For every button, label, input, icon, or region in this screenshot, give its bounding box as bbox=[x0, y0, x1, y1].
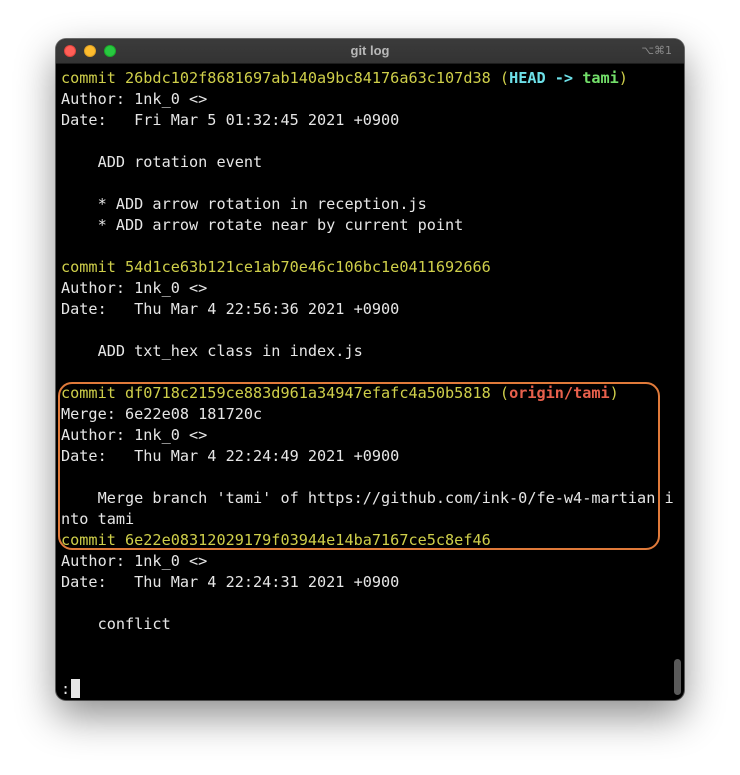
pager-prompt-char: : bbox=[61, 680, 71, 698]
git-log-output: commit 26bdc102f8681697ab140a9bc84176a63… bbox=[61, 68, 674, 635]
local-branch-ref: tami bbox=[582, 69, 619, 87]
commit-line: commit 6e22e08312029179f03944e14ba7167ce… bbox=[61, 531, 491, 549]
author-line: Author: 1nk_0 <> bbox=[61, 90, 208, 108]
ref-close: ) bbox=[618, 69, 628, 87]
terminal-window: git log ⌥⌘1 commit 26bdc102f8681697ab140… bbox=[56, 39, 684, 700]
commit-hash: commit df0718c2159ce883d961a34947efafc4a… bbox=[61, 384, 491, 402]
ref-open: ( bbox=[490, 384, 510, 402]
ref-open: ( bbox=[490, 69, 510, 87]
date-line: Date: Thu Mar 4 22:56:36 2021 +0900 bbox=[61, 300, 400, 318]
window-title: git log bbox=[350, 43, 390, 58]
vertical-scrollbar[interactable] bbox=[674, 659, 681, 695]
author-line: Author: 1nk_0 <> bbox=[61, 279, 208, 297]
commit-message-line: nto tami bbox=[61, 510, 135, 528]
window-shortcut-label: ⌥⌘1 bbox=[641, 44, 672, 57]
pager-prompt[interactable]: : bbox=[61, 679, 81, 700]
remote-branch-ref: origin/tami bbox=[509, 384, 610, 402]
commit-message-line: conflict bbox=[61, 615, 171, 633]
commit-line: commit 54d1ce63b121ce1ab70e46c106bc1e041… bbox=[61, 258, 491, 276]
merge-line: Merge: 6e22e08 181720c bbox=[61, 405, 263, 423]
author-line: Author: 1nk_0 <> bbox=[61, 552, 208, 570]
date-line: Date: Thu Mar 4 22:24:31 2021 +0900 bbox=[61, 573, 400, 591]
title-bar: git log ⌥⌘1 bbox=[56, 39, 684, 64]
ref-close: ) bbox=[609, 384, 619, 402]
date-line: Date: Fri Mar 5 01:32:45 2021 +0900 bbox=[61, 111, 400, 129]
commit-line: commit df0718c2159ce883d961a34947efafc4a… bbox=[61, 383, 671, 404]
text-cursor bbox=[71, 679, 81, 698]
commit-line: commit 26bdc102f8681697ab140a9bc84176a63… bbox=[61, 68, 671, 89]
commit-hash: commit 26bdc102f8681697ab140a9bc84176a63… bbox=[61, 69, 491, 87]
commit-message-line: Merge branch 'tami' of https://github.co… bbox=[61, 489, 674, 507]
head-pointer: HEAD -> bbox=[509, 69, 583, 87]
date-line: Date: Thu Mar 4 22:24:49 2021 +0900 bbox=[61, 447, 400, 465]
commit-message-line: * ADD arrow rotate near by current point bbox=[61, 216, 464, 234]
commit-message-line: ADD rotation event bbox=[61, 153, 263, 171]
commit-message-line: * ADD arrow rotation in reception.js bbox=[61, 195, 427, 213]
commit-message-line: ADD txt_hex class in index.js bbox=[61, 342, 363, 360]
author-line: Author: 1nk_0 <> bbox=[61, 426, 208, 444]
